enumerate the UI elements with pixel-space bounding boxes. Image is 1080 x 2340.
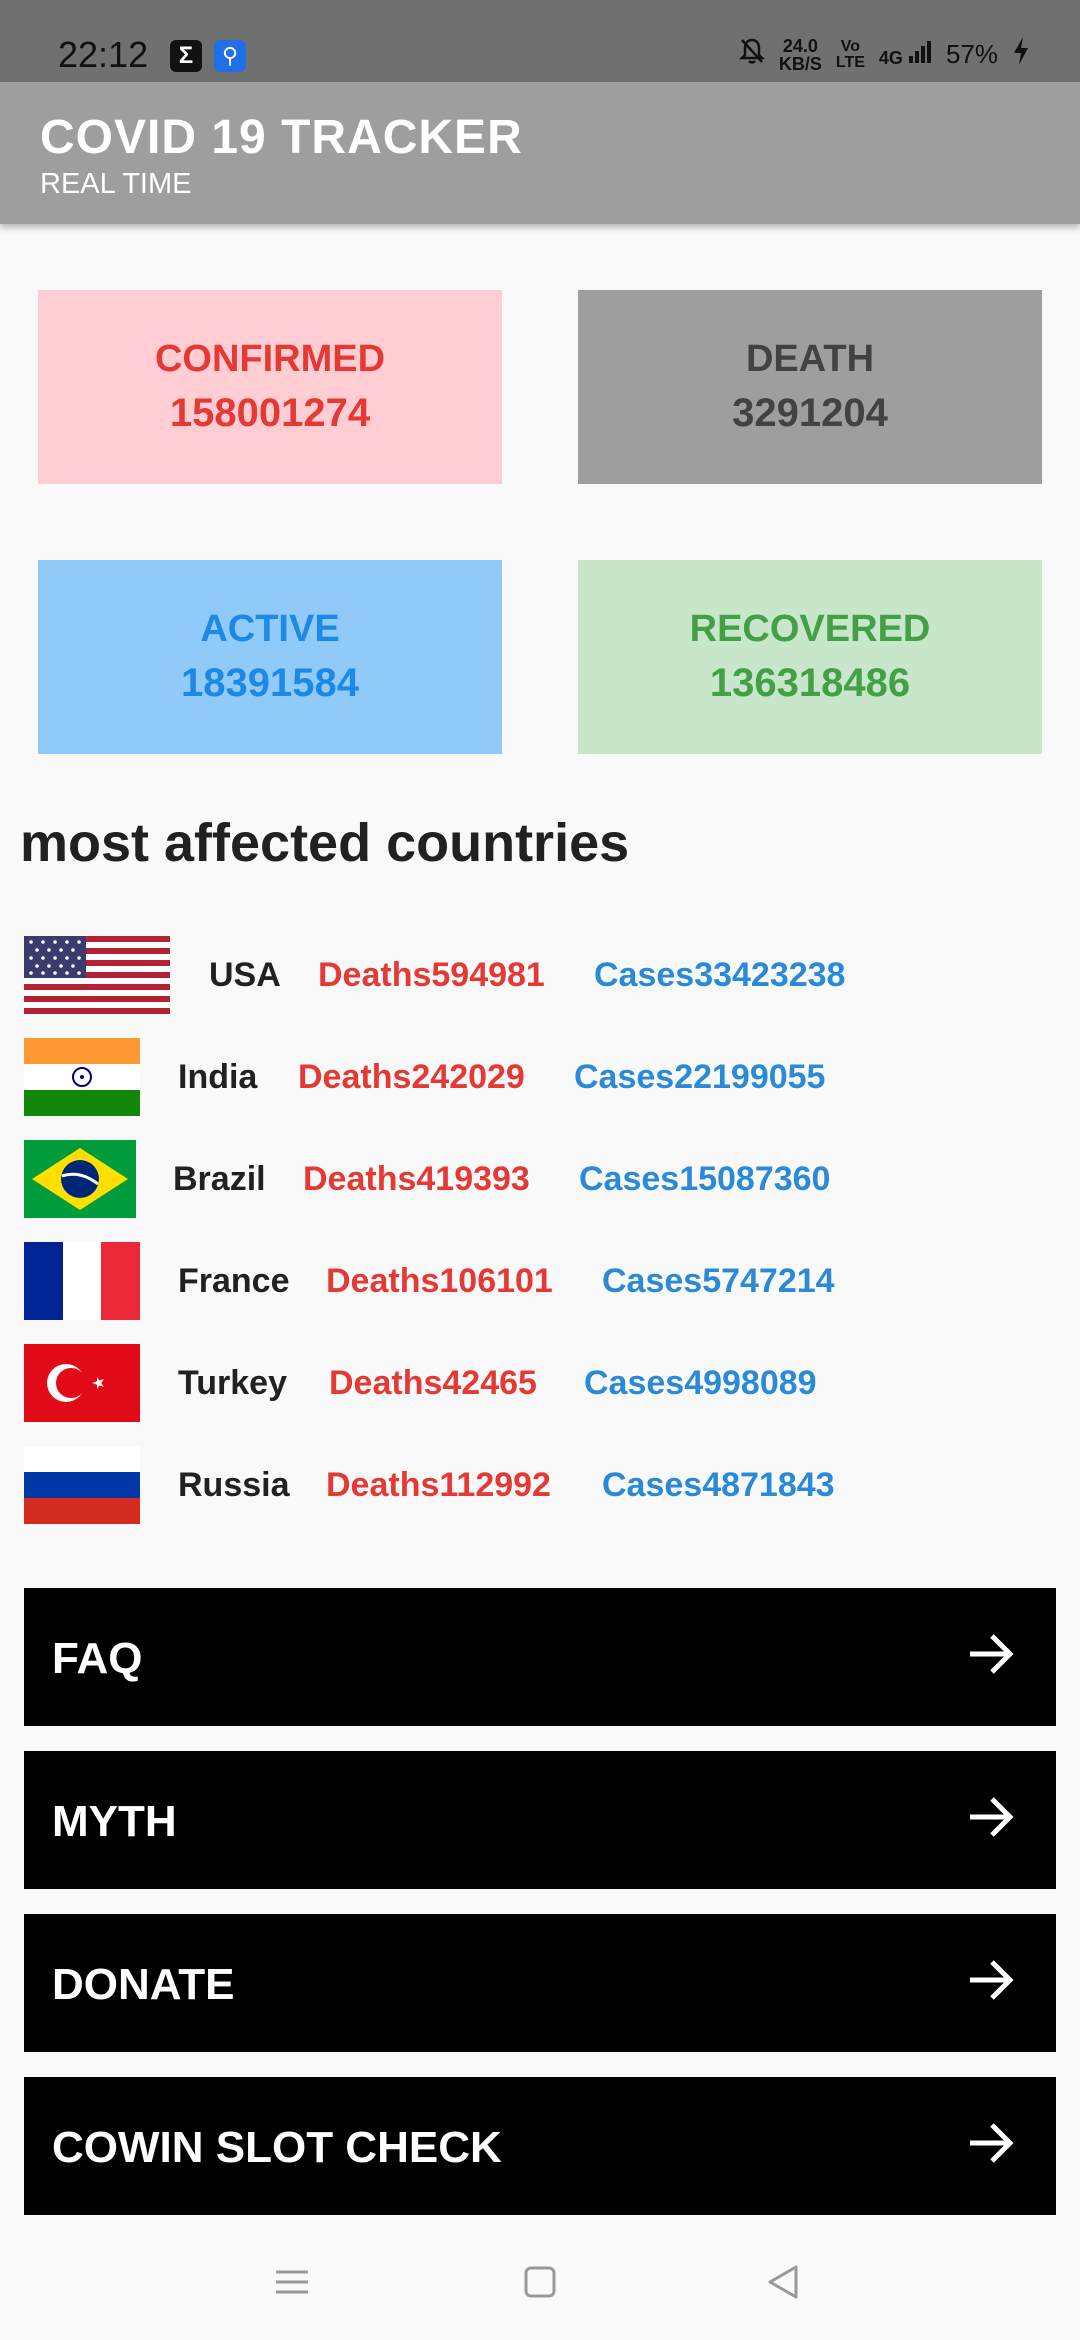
- speed-value: 24.0: [782, 35, 818, 56]
- active-card: ACTIVE 18391584: [38, 560, 502, 754]
- cowin-slot-check-button[interactable]: COWIN SLOT CHECK: [24, 2077, 1056, 2215]
- cowin-slot-check-label: COWIN SLOT CHECK: [52, 2123, 502, 2172]
- confirmed-card: CONFIRMED 158001274: [38, 290, 502, 484]
- country-row-russia: Russia Deaths112992 Cases4871843: [24, 1446, 1064, 1524]
- active-value: 18391584: [181, 661, 359, 705]
- myth-label: MYTH: [52, 1797, 177, 1846]
- country-deaths: Deaths594981: [318, 956, 545, 994]
- app-title: COVID 19 TRACKER: [40, 111, 523, 164]
- death-value: 3291204: [732, 391, 888, 435]
- menu-icon[interactable]: [272, 2262, 312, 2307]
- country-cases: Cases4871843: [602, 1466, 835, 1504]
- myth-button[interactable]: MYTH: [24, 1751, 1056, 1889]
- country-row-turkey: Turkey Deaths42465 Cases4998089: [24, 1344, 1064, 1422]
- russia-flag-icon: [24, 1446, 140, 1524]
- home-icon[interactable]: [520, 2262, 560, 2307]
- status-time: 22:12: [58, 34, 149, 75]
- arrow-right-icon: [966, 1950, 1016, 2010]
- signal-icon: 4G: [879, 40, 932, 69]
- network-type: 4G: [878, 48, 903, 68]
- sigma-app-icon: Σ: [170, 40, 202, 72]
- india-flag-icon: [24, 1038, 140, 1116]
- country-name: Brazil: [173, 1160, 266, 1198]
- country-row-france: France Deaths106101 Cases5747214: [24, 1242, 1064, 1320]
- country-cases: Cases5747214: [602, 1262, 835, 1300]
- battery-percentage: 57%: [945, 39, 998, 69]
- donate-button[interactable]: DONATE: [24, 1914, 1056, 2052]
- usa-flag-icon: [24, 936, 170, 1014]
- volte-bottom: LTE: [835, 53, 865, 71]
- recovered-label: RECOVERED: [689, 608, 931, 650]
- country-deaths: Deaths242029: [298, 1058, 525, 1096]
- volte-indicator: Vo LTE: [835, 37, 865, 71]
- usb-icon: ⚲: [214, 40, 246, 72]
- country-cases: Cases22199055: [574, 1058, 826, 1096]
- speed-unit: KB/S: [778, 53, 822, 74]
- turkey-flag-icon: [24, 1344, 140, 1422]
- country-name: France: [178, 1262, 290, 1300]
- country-cases: Cases4998089: [584, 1364, 817, 1402]
- country-cases: Cases33423238: [594, 956, 846, 994]
- recovered-card: RECOVERED 136318486: [578, 560, 1042, 754]
- country-deaths: Deaths42465: [329, 1364, 537, 1402]
- country-row-usa: USA Deaths594981 Cases33423238: [24, 936, 1064, 1014]
- recovered-value: 136318486: [709, 661, 911, 705]
- brazil-flag-icon: [24, 1140, 136, 1218]
- country-deaths: Deaths106101: [326, 1262, 553, 1300]
- country-name: USA: [209, 956, 281, 994]
- arrow-right-icon: [966, 1624, 1016, 1684]
- back-icon[interactable]: [764, 2262, 804, 2307]
- bell-off-icon: [738, 37, 765, 72]
- active-label: ACTIVE: [200, 608, 340, 650]
- country-deaths: Deaths112992: [326, 1466, 551, 1504]
- country-name: India: [178, 1058, 258, 1096]
- country-name: Russia: [178, 1466, 290, 1504]
- country-cases: Cases15087360: [579, 1160, 831, 1198]
- app-subtitle: REAL TIME: [40, 168, 192, 200]
- country-row-brazil: Brazil Deaths419393 Cases15087360: [24, 1140, 1064, 1218]
- france-flag-icon: [24, 1242, 140, 1320]
- donate-label: DONATE: [52, 1960, 235, 2009]
- faq-label: FAQ: [52, 1634, 143, 1683]
- section-title: most affected countries: [20, 813, 630, 873]
- confirmed-value: 158001274: [169, 391, 371, 435]
- charging-icon: [1012, 36, 1030, 73]
- volte-top: Vo: [840, 37, 861, 55]
- system-nav-bar: [0, 2228, 1080, 2340]
- country-name: Turkey: [178, 1364, 287, 1402]
- arrow-right-icon: [966, 2113, 1016, 2173]
- country-deaths: Deaths419393: [303, 1160, 530, 1198]
- death-card: DEATH 3291204: [578, 290, 1042, 484]
- status-icons: 24.0 KB/S Vo LTE 4G 57%: [738, 36, 1030, 73]
- app-bar: COVID 19 TRACKER REAL TIME: [0, 82, 1080, 224]
- death-label: DEATH: [745, 338, 875, 380]
- status-bar: 22:12 Σ ⚲ 24.0 KB/S Vo LTE 4G 57%: [0, 0, 1080, 82]
- network-speed: 24.0 KB/S: [779, 37, 822, 73]
- arrow-right-icon: [966, 1787, 1016, 1847]
- faq-button[interactable]: FAQ: [24, 1588, 1056, 1726]
- confirmed-label: CONFIRMED: [154, 338, 386, 380]
- country-row-india: India Deaths242029 Cases22199055: [24, 1038, 1064, 1116]
